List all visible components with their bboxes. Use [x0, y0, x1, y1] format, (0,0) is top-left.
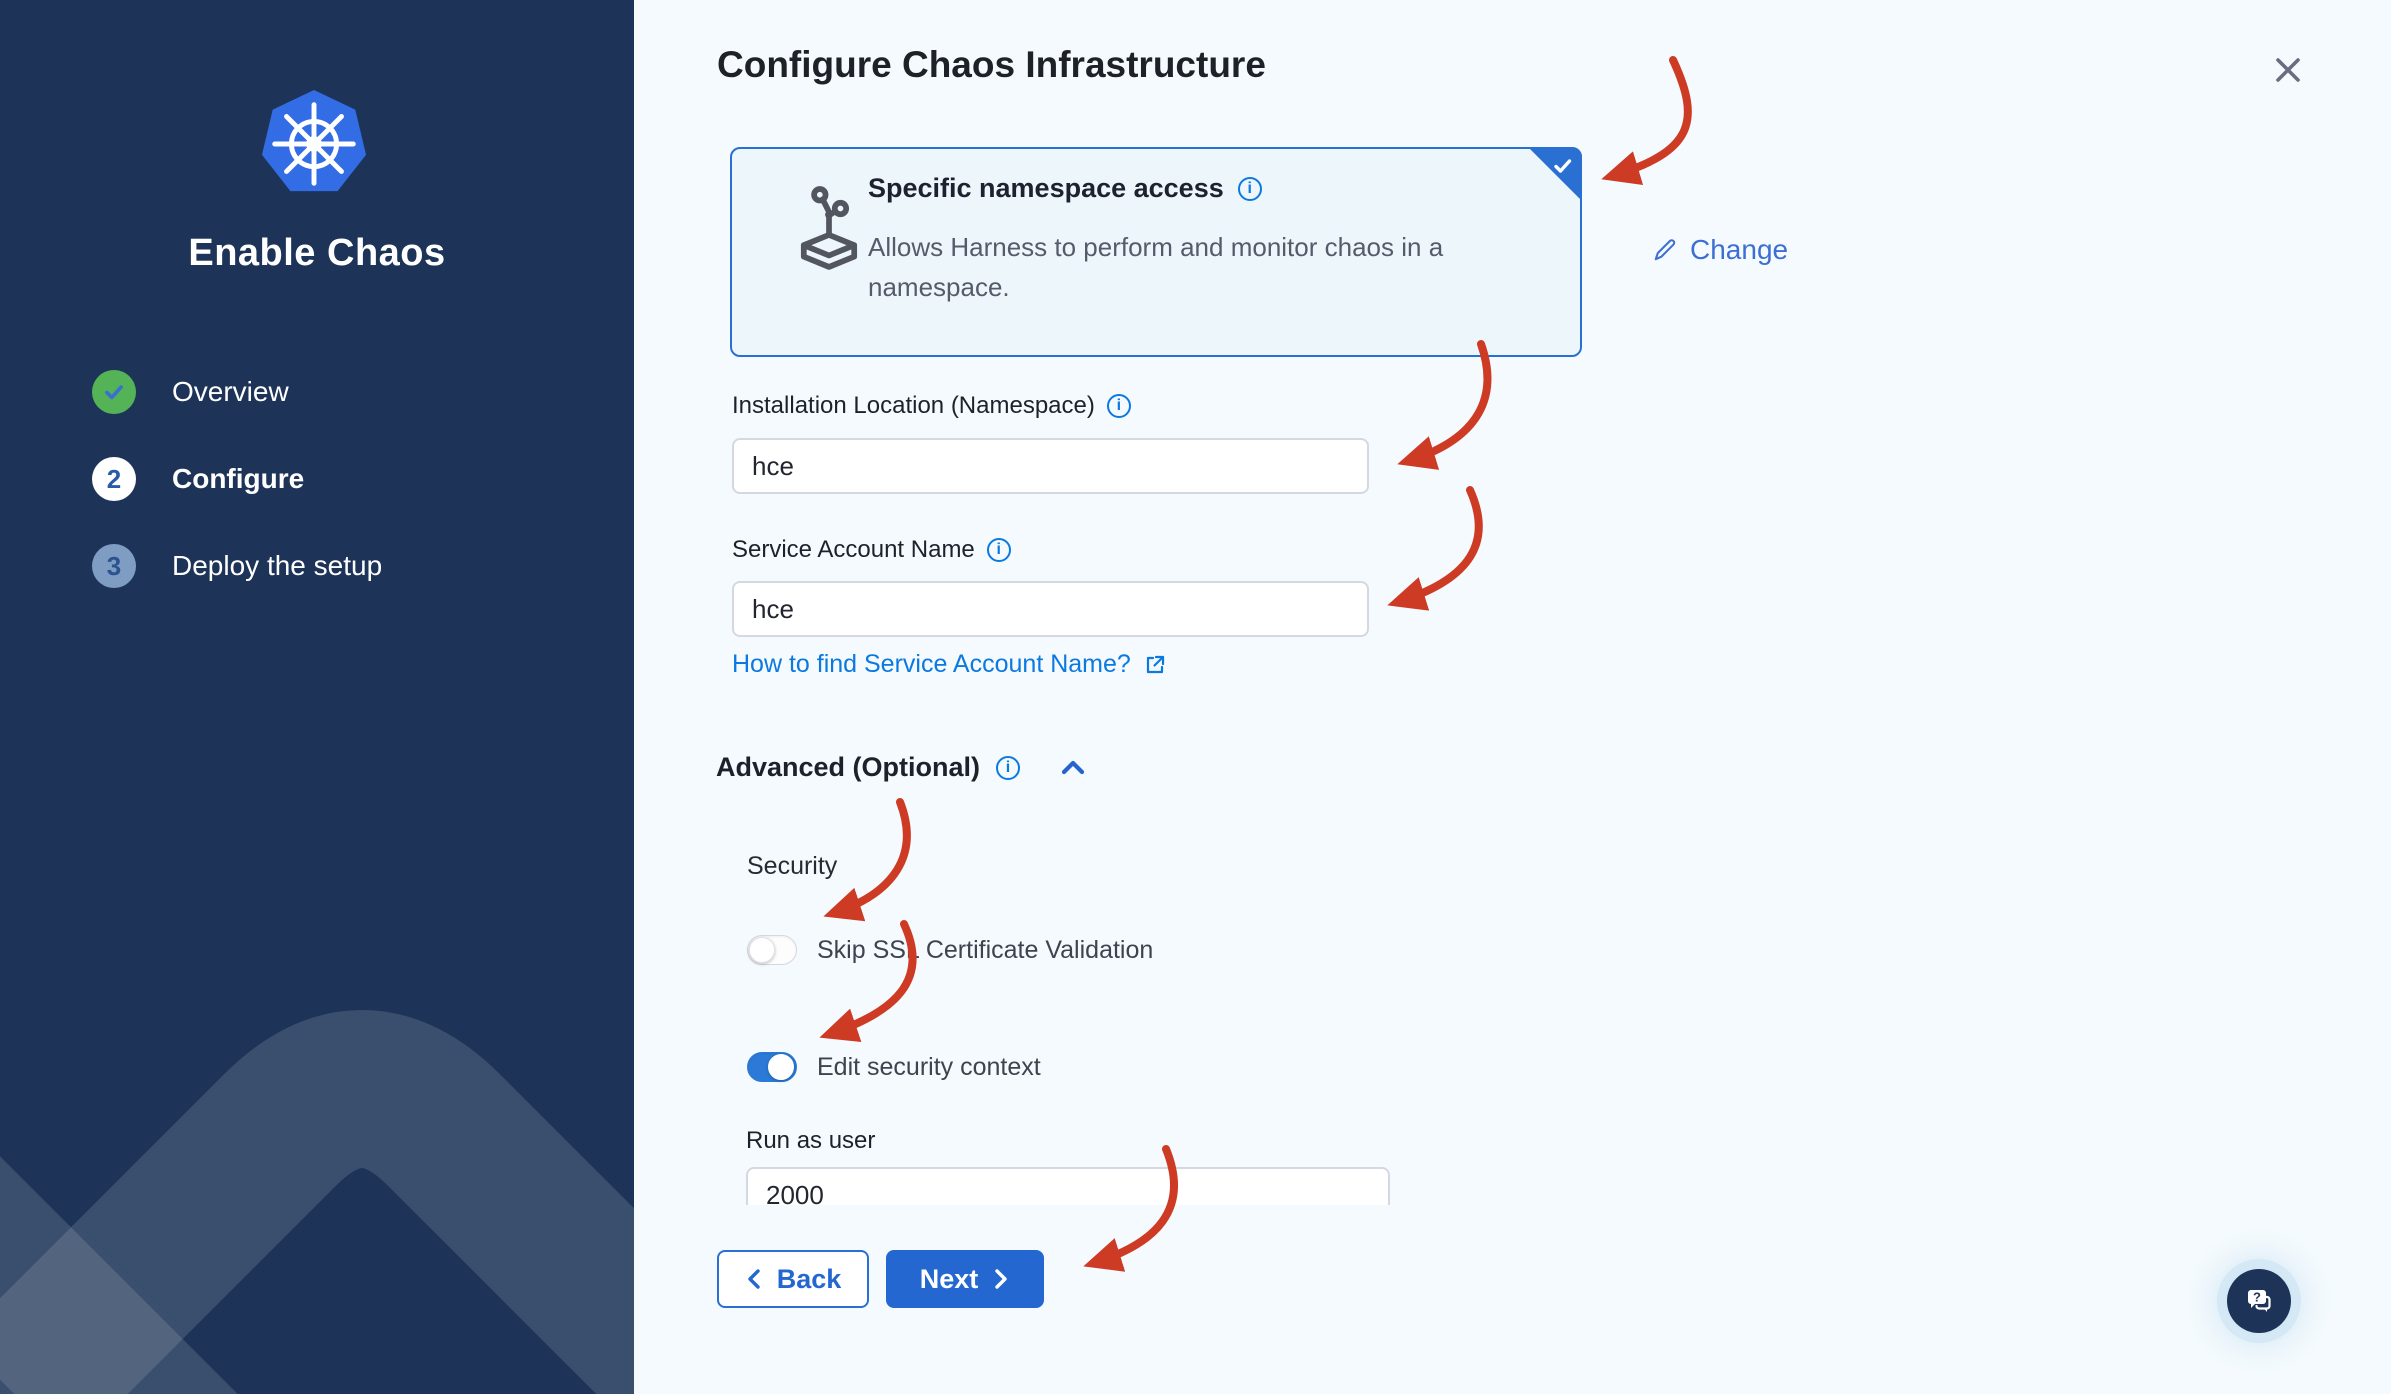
- back-button[interactable]: Back: [717, 1250, 869, 1308]
- info-icon[interactable]: i: [1237, 176, 1262, 201]
- advanced-label: Advanced (Optional): [716, 752, 981, 782]
- chevron-up-icon[interactable]: [1058, 755, 1088, 781]
- namespace-access-card[interactable]: Specific namespace access i Allows Harne…: [730, 147, 1582, 357]
- sidebar-step-overview[interactable]: Overview: [92, 370, 289, 414]
- pencil-icon: [1654, 239, 1676, 261]
- sidebar-step-deploy[interactable]: 3 Deploy the setup: [92, 544, 382, 588]
- step-number-badge: 3: [92, 544, 136, 588]
- annotation-arrow: [1601, 56, 1692, 186]
- edit-security-context-toggle[interactable]: [747, 1052, 797, 1082]
- change-link-label: Change: [1690, 234, 1789, 265]
- chevron-right-icon: [995, 1269, 1007, 1289]
- info-icon[interactable]: i: [1106, 394, 1131, 418]
- step-label: Deploy the setup: [172, 550, 383, 581]
- card-title: Specific namespace access: [868, 173, 1224, 203]
- help-chat-button[interactable]: ?: [2227, 1269, 2291, 1333]
- step-number-badge: 2: [92, 457, 136, 501]
- next-button[interactable]: Next: [886, 1250, 1044, 1308]
- close-icon[interactable]: [2266, 48, 2310, 92]
- next-button-label: Next: [919, 1263, 979, 1294]
- namespace-field-label: Installation Location (Namespace) i: [732, 392, 1131, 420]
- service-account-input[interactable]: [732, 581, 1369, 637]
- check-icon: [1554, 159, 1572, 173]
- run-as-user-clipped-region: [746, 1167, 1390, 1205]
- annotation-arrow: [1397, 340, 1492, 470]
- toggle-label: Edit security context: [817, 1052, 1041, 1081]
- external-link-icon: [1146, 655, 1164, 673]
- edit-security-context-toggle-row[interactable]: Edit security context: [747, 1052, 1041, 1082]
- security-group-label: Security: [747, 852, 838, 880]
- namespace-box-icon: [800, 186, 858, 270]
- wizard-sidebar: Enable Chaos Overview 2 Configure 3 Depl…: [0, 0, 634, 1394]
- skip-ssl-toggle[interactable]: [747, 935, 797, 965]
- toggle-label: Skip SSL Certificate Validation: [817, 935, 1154, 964]
- svg-text:?: ?: [2253, 1290, 2261, 1305]
- run-as-user-input[interactable]: [746, 1167, 1390, 1205]
- info-icon[interactable]: i: [986, 538, 1011, 562]
- chevron-left-icon: [748, 1269, 760, 1289]
- skip-ssl-toggle-row[interactable]: Skip SSL Certificate Validation: [747, 935, 1153, 965]
- kubernetes-logo: [261, 89, 367, 192]
- step-done-check-icon: [92, 370, 136, 414]
- advanced-section-header: Advanced (Optional) i: [716, 752, 1088, 783]
- step-label: Overview: [172, 376, 289, 407]
- namespace-input[interactable]: [732, 438, 1369, 494]
- step-label: Configure: [172, 463, 305, 494]
- card-description: Allows Harness to perform and monitor ch…: [868, 232, 1444, 302]
- configure-chaos-infrastructure-screen: Enable Chaos Overview 2 Configure 3 Depl…: [0, 0, 2391, 1394]
- annotation-arrow: [1387, 486, 1483, 611]
- change-link[interactable]: Change: [1652, 234, 1788, 266]
- back-button-label: Back: [776, 1263, 842, 1294]
- service-account-field-label: Service Account Name i: [732, 536, 1011, 564]
- help-link-label: How to find Service Account Name?: [732, 650, 1131, 678]
- info-icon[interactable]: i: [996, 755, 1021, 780]
- annotation-arrow: [823, 798, 911, 922]
- help-chat-icon: ?: [2248, 1290, 2271, 1312]
- wizard-title: Enable Chaos: [188, 232, 446, 274]
- run-as-user-label: Run as user: [746, 1127, 876, 1154]
- harness-logo-watermark: [0, 1010, 634, 1394]
- sidebar-step-configure[interactable]: 2 Configure: [92, 457, 304, 501]
- service-account-help-link[interactable]: How to find Service Account Name?: [732, 650, 1167, 679]
- page-title: Configure Chaos Infrastructure: [717, 44, 1266, 85]
